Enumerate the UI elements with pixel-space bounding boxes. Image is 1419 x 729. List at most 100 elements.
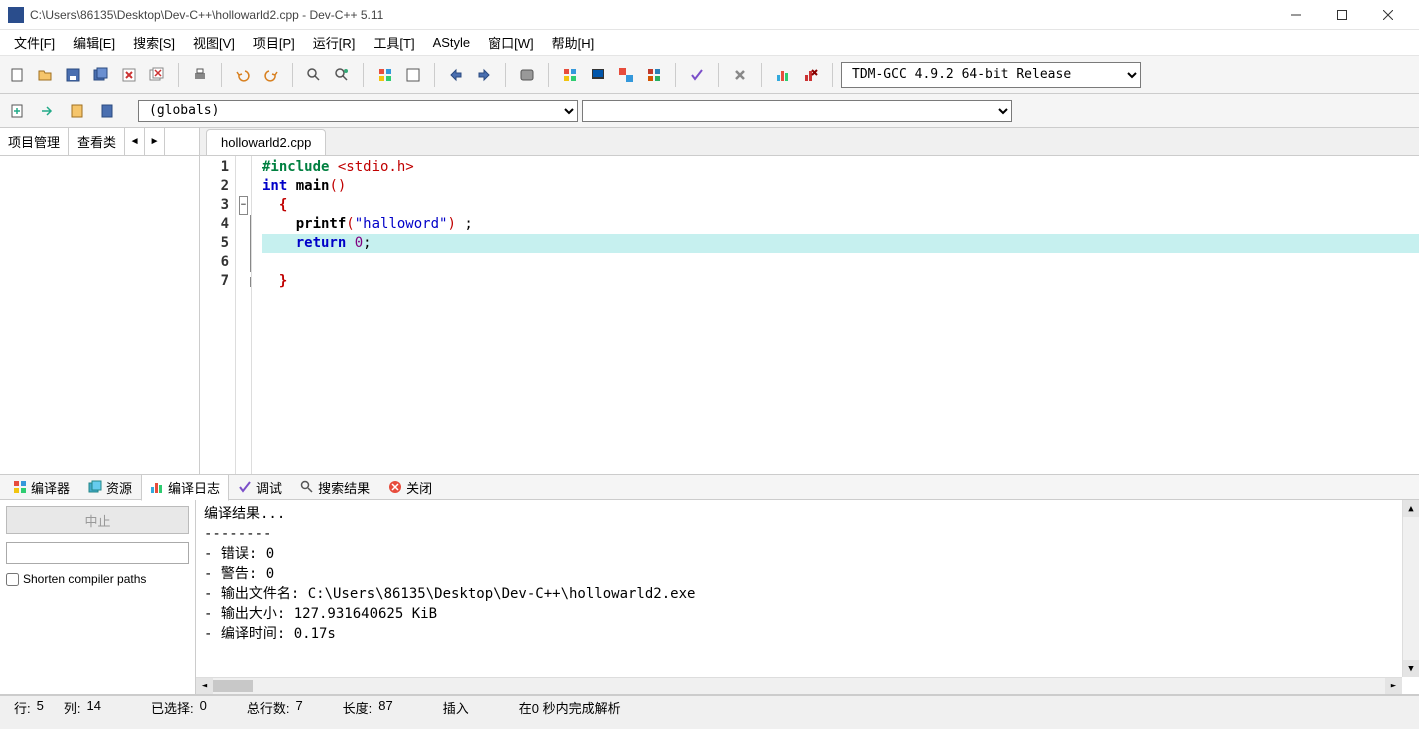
resources-icon (88, 480, 102, 494)
statusbar: 行:5 列:14 已选择:0 总行数:7 长度:87 插入 在0 秒内完成解析 (0, 695, 1419, 719)
app-icon (8, 7, 24, 23)
tab-compiler[interactable]: 编译器 (4, 474, 79, 501)
menu-window[interactable]: 窗口[W] (480, 31, 542, 54)
compile-and-run-button[interactable] (613, 62, 639, 88)
print-button[interactable] (187, 62, 213, 88)
close-file-button[interactable] (116, 62, 142, 88)
tab-scroll-right[interactable]: ► (145, 128, 165, 155)
status-selected: 已选择:0 (141, 698, 217, 717)
line-number: 4 (202, 215, 229, 234)
compile-button[interactable] (372, 62, 398, 88)
compile-log: 编译结果... -------- - 错误: 0 - 警告: 0 - 输出文件名… (196, 500, 1419, 694)
tab-classes[interactable]: 查看类 (69, 128, 125, 155)
titlebar: C:\Users\86135\Desktop\Dev-C++\hollowarl… (0, 0, 1419, 30)
status-total-lines: 总行数:7 (237, 698, 313, 717)
redo-button[interactable] (258, 62, 284, 88)
tab-debug[interactable]: 调试 (229, 474, 291, 501)
maximize-button[interactable] (1319, 0, 1365, 30)
file-tab-active[interactable]: hollowarld2.cpp (206, 129, 326, 155)
minimize-button[interactable] (1273, 0, 1319, 30)
run-button[interactable] (400, 62, 426, 88)
delete-profile-button[interactable] (798, 62, 824, 88)
compile-icon-button[interactable] (557, 62, 583, 88)
compile-controls: 中止 Shorten compiler paths (0, 500, 196, 694)
menu-search[interactable]: 搜索[S] (125, 31, 183, 54)
profile-button[interactable] (770, 62, 796, 88)
bottom-tabs: 编译器 资源 编译日志 调试 搜索结果 关闭 (0, 474, 1419, 500)
menu-run[interactable]: 运行[R] (305, 31, 364, 54)
status-line: 行:5 (4, 698, 54, 717)
window-title: C:\Users\86135\Desktop\Dev-C++\hollowarl… (30, 8, 1273, 22)
new-class-button[interactable] (4, 98, 30, 124)
status-insert-mode: 插入 (433, 698, 479, 717)
menubar: 文件[F] 编辑[E] 搜索[S] 视图[V] 项目[P] 运行[R] 工具[T… (0, 30, 1419, 56)
compile-run-button[interactable] (443, 62, 469, 88)
left-panel-tabs: 项目管理 查看类 ◄ ► (0, 128, 199, 156)
fold-toggle[interactable]: − (239, 196, 248, 215)
globals-selector[interactable]: (globals) (138, 100, 578, 122)
rebuild-button[interactable] (471, 62, 497, 88)
debug-button[interactable] (514, 62, 540, 88)
shorten-paths-row[interactable]: Shorten compiler paths (6, 572, 189, 586)
goto-bookmark-button[interactable] (94, 98, 120, 124)
stop-button[interactable] (727, 62, 753, 88)
fold-column: − (236, 156, 252, 474)
shorten-paths-label: Shorten compiler paths (23, 572, 146, 586)
status-length: 长度:87 (333, 698, 403, 717)
main-area: 项目管理 查看类 ◄ ► hollowarld2.cpp 1 2 3 4 5 6… (0, 128, 1419, 474)
abort-button[interactable]: 中止 (6, 506, 189, 534)
find-button[interactable] (301, 62, 327, 88)
close-icon (388, 480, 402, 494)
search-icon (300, 480, 314, 494)
line-number: 1 (202, 158, 229, 177)
code-editor[interactable]: 1 2 3 4 5 6 7 − #include <stdio.h> int m… (200, 156, 1419, 474)
tab-close[interactable]: 关闭 (379, 474, 441, 501)
log-text[interactable]: 编译结果... -------- - 错误: 0 - 警告: 0 - 输出文件名… (196, 500, 1419, 694)
project-tree[interactable] (0, 156, 199, 474)
tab-search-results[interactable]: 搜索结果 (291, 474, 379, 501)
horizontal-scrollbar[interactable]: ◄► (196, 677, 1402, 694)
members-selector[interactable] (582, 100, 1012, 122)
tab-project[interactable]: 项目管理 (0, 128, 69, 155)
close-window-button[interactable] (1365, 0, 1411, 30)
line-number: 7 (202, 272, 229, 291)
new-file-button[interactable] (4, 62, 30, 88)
code-content[interactable]: #include <stdio.h> int main() { printf("… (252, 156, 1419, 474)
tab-resources[interactable]: 资源 (79, 474, 141, 501)
shorten-paths-checkbox[interactable] (6, 573, 19, 586)
rebuild-all-button[interactable] (641, 62, 667, 88)
menu-tools[interactable]: 工具[T] (365, 31, 422, 54)
menu-project[interactable]: 项目[P] (245, 31, 303, 54)
menu-file[interactable]: 文件[F] (6, 31, 63, 54)
menu-help[interactable]: 帮助[H] (544, 31, 603, 54)
tab-scroll-left[interactable]: ◄ (125, 128, 145, 155)
secondary-toolbar: (globals) (0, 94, 1419, 128)
open-file-button[interactable] (32, 62, 58, 88)
save-button[interactable] (60, 62, 86, 88)
line-number: 6 (202, 253, 229, 272)
save-all-button[interactable] (88, 62, 114, 88)
line-number: 2 (202, 177, 229, 196)
run-exe-button[interactable] (585, 62, 611, 88)
line-gutter: 1 2 3 4 5 6 7 (200, 156, 236, 474)
undo-button[interactable] (230, 62, 256, 88)
line-number: 3 (202, 196, 229, 215)
bookmark-button[interactable] (64, 98, 90, 124)
left-panel: 项目管理 查看类 ◄ ► (0, 128, 200, 474)
close-all-button[interactable] (144, 62, 170, 88)
menu-view[interactable]: 视图[V] (185, 31, 243, 54)
syntax-check-button[interactable] (684, 62, 710, 88)
compiler-selector[interactable]: TDM-GCC 4.9.2 64-bit Release (841, 62, 1141, 88)
goto-button[interactable] (34, 98, 60, 124)
vertical-scrollbar[interactable]: ▲▼ (1402, 500, 1419, 677)
tab-compile-log[interactable]: 编译日志 (141, 474, 229, 501)
menu-edit[interactable]: 编辑[E] (65, 31, 123, 54)
menu-astyle[interactable]: AStyle (425, 33, 479, 52)
replace-button[interactable] (329, 62, 355, 88)
grid-icon (13, 480, 27, 494)
file-tabs: hollowarld2.cpp (200, 128, 1419, 156)
line-number: 5 (202, 234, 229, 253)
status-col: 列:14 (54, 698, 111, 717)
check-icon (238, 480, 252, 494)
progress-field (6, 542, 189, 564)
